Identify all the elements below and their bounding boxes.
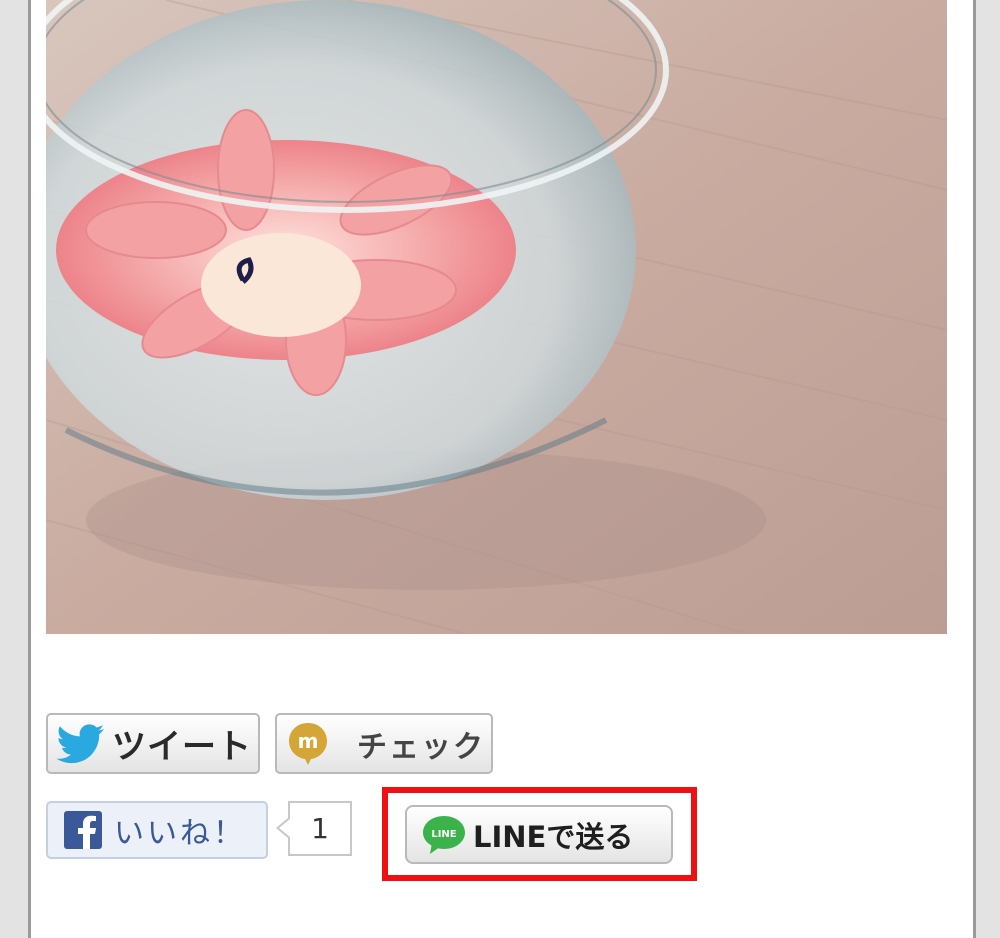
mixi-check-icon: m (287, 721, 329, 767)
line-button-highlight (382, 787, 697, 881)
like-count-pointer-inner (279, 819, 290, 837)
svg-text:m: m (298, 729, 319, 753)
facebook-icon (64, 811, 102, 849)
twitter-bird-icon (56, 723, 106, 765)
check-label: チェック (357, 729, 485, 765)
article-photo (46, 0, 947, 634)
tweet-button[interactable]: ツイート (46, 713, 260, 774)
mixi-check-button[interactable]: m チェック (275, 713, 493, 774)
facebook-like-button[interactable]: いいね！ (46, 801, 268, 859)
like-count: 1 (288, 801, 352, 856)
like-label: いいね！ (114, 816, 246, 851)
tweet-label: ツイート (112, 727, 252, 767)
